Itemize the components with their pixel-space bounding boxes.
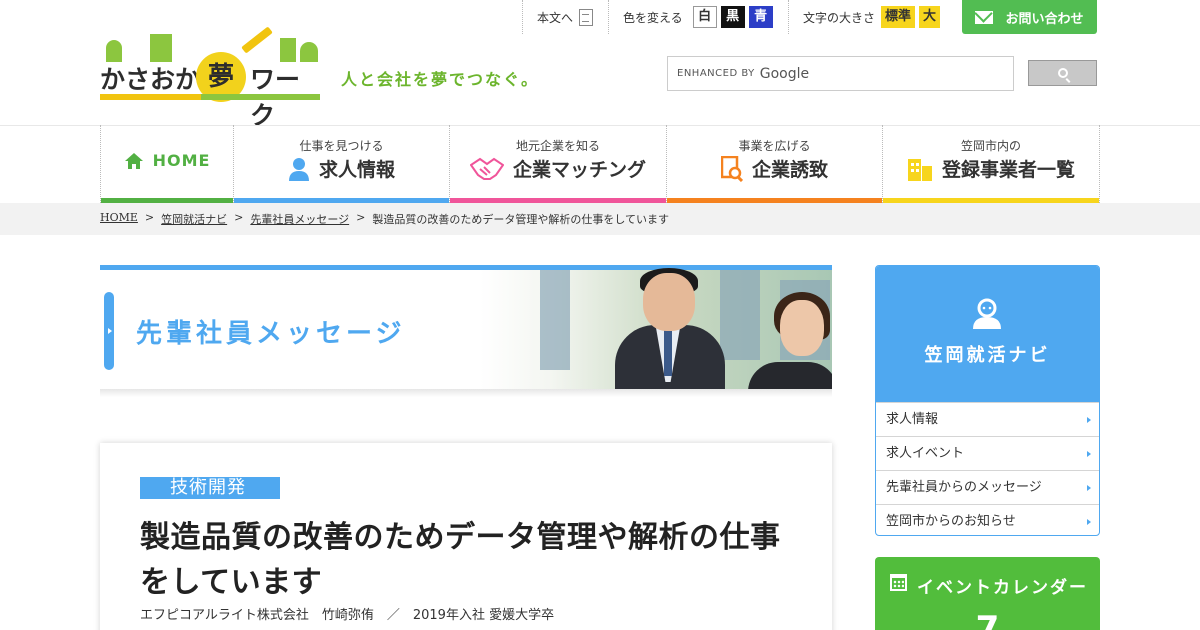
nav-matching-sublabel: 地元企業を知る [515,139,600,153]
banner-photo [480,268,832,397]
chevron-right-icon [1087,417,1091,423]
document-icon [579,8,594,26]
sidebar-title: 笠岡就活ナビ [924,345,1051,366]
logo-pencil-graphic [241,26,273,54]
search-input[interactable]: ENHANCED BY Google [667,56,1014,91]
photo-man-face [643,273,695,331]
nav-jobs-sublabel: 仕事を見つける [299,139,384,153]
chevron-right-icon [1087,485,1091,491]
sidebar-link-job-events[interactable]: 求人イベント [876,436,1099,470]
nav-item-home[interactable]: HOME [100,125,234,203]
color-switcher-label: 色を変える [623,10,683,25]
search-enhanced-by-label: ENHANCED BY [677,68,755,79]
site-logo[interactable]: かさおか 夢 ワーク [100,26,322,130]
logo-underline [100,94,320,100]
skip-to-content-label: 本文へ [537,10,574,25]
nav-jobs-label: 求人情報 [318,159,395,181]
job-seeker-icon [288,157,309,181]
category-badge: 技術開発 [140,477,280,499]
font-size-large-button[interactable]: 大 [919,6,941,28]
article-card: 技術開発 製造品質の改善のためデータ管理や解析の仕事をしています エフピコアルラ… [100,443,832,630]
nav-item-business-list[interactable]: 笠岡市内の 登録事業者一覧 [883,125,1100,203]
breadcrumb-separator: > [356,211,366,224]
chevron-right-icon [1087,519,1091,525]
nav-matching-label: 企業マッチング [512,159,646,181]
contact-button[interactable]: お問い合わせ [962,0,1097,34]
event-calendar-title: イベントカレンダー [917,578,1088,598]
nav-item-matching[interactable]: 地元企業を知る 企業マッチング [450,125,667,203]
photo-building [720,270,760,360]
nav-attraction-label: 企業誘致 [751,159,828,181]
logo-text-kasaoka: かさおか [100,65,201,94]
sidebar-link-label: 求人情報 [886,412,939,427]
font-size-label: 文字の大きさ [803,10,876,25]
site-tagline: 人と会社を夢でつなぐ。 [341,70,540,89]
google-wordmark: Google [759,65,810,82]
calendar-icon [890,574,907,591]
contact-button-label: お問い合わせ [1005,11,1084,27]
sidebar-header[interactable]: 笠岡就活ナビ [876,266,1099,402]
handshake-icon [469,157,504,180]
nav-item-attraction[interactable]: 事業を広げる 企業誘致 [667,125,883,203]
nav-item-jobs[interactable]: 仕事を見つける 求人情報 [234,125,450,203]
photo-building [540,270,570,370]
font-size-standard-button[interactable]: 標準 [881,6,916,28]
skip-to-content-link[interactable]: 本文へ [522,0,605,34]
banner-tab-marker [104,292,114,370]
breadcrumb-current: 製造品質の改善のためデータ管理や解析の仕事をしています [372,213,670,226]
banner-shadow [100,389,832,397]
breadcrumb-separator: > [144,211,155,224]
article-title: 製造品質の改善のためデータ管理や解析の仕事をしています [140,520,781,600]
mail-icon [975,10,994,24]
breadcrumb-separator: > [234,211,244,224]
breadcrumb-shukatsu-navi[interactable]: 笠岡就活ナビ [161,211,227,227]
home-icon [124,152,143,169]
breadcrumb-home[interactable]: HOME [100,211,138,227]
sidebar-shukatsu-navi: 笠岡就活ナビ 求人情報 求人イベント 先輩社員からのメッセージ 笠岡市からのお知… [875,265,1100,536]
chevron-right-icon [1087,451,1091,457]
banner-title: 先輩社員メッセージ [136,319,406,349]
breadcrumb: HOME > 笠岡就活ナビ > 先輩社員メッセージ > 製造品質の改善のためデー… [100,211,669,227]
sidebar-link-label: 先輩社員からのメッセージ [886,480,1042,495]
nav-business-list-label: 登録事業者一覧 [941,159,1075,181]
logo-building-graphic [280,38,296,62]
nav-home-label: HOME [152,151,211,170]
photo-man-tie [664,328,672,376]
color-blue-button[interactable]: 青 [748,6,773,28]
event-calendar: イベントカレンダー 7 [875,557,1100,630]
photo-woman-face [780,300,824,356]
logo-building-graphic [150,34,172,62]
logo-tree-graphic [106,40,122,62]
nav-home-row: HOME [101,151,233,170]
sidebar-link-senpai-messages[interactable]: 先輩社員からのメッセージ [876,470,1099,504]
nav-matching-row: 企業マッチング [450,155,666,182]
article-byline: エフピコアルライト株式会社 竹崎弥侑 ／ 2019年入社 愛媛大学卒 [140,608,555,623]
sidebar-link-city-news[interactable]: 笠岡市からのお知らせ [876,504,1099,535]
color-switcher: 色を変える 白 黒 青 [608,0,786,34]
document-search-icon [720,155,743,182]
sidebar-link-label: 笠岡市からのお知らせ [886,514,1016,529]
page-banner: 先輩社員メッセージ [100,265,832,397]
breadcrumb-senpai-message[interactable]: 先輩社員メッセージ [250,211,349,227]
event-calendar-month: 7 [975,609,1000,630]
color-white-button[interactable]: 白 [692,6,717,28]
nav-attraction-row: 企業誘致 [667,155,882,182]
person-icon [973,298,1001,329]
sidebar-link-label: 求人イベント [886,446,965,461]
search-button[interactable] [1028,60,1097,86]
nav-attraction-sublabel: 事業を広げる [738,139,811,153]
building-icon [907,158,932,181]
nav-business-list-row: 登録事業者一覧 [883,155,1099,182]
font-size-switcher: 文字の大きさ 標準 大 [788,0,948,34]
logo-tree-graphic [300,42,318,62]
nav-business-list-sublabel: 笠岡市内の [960,139,1021,153]
search-icon [1057,68,1068,78]
color-black-button[interactable]: 黒 [720,6,745,28]
nav-jobs-row: 求人情報 [234,155,449,182]
sidebar-link-jobs[interactable]: 求人情報 [876,402,1099,436]
